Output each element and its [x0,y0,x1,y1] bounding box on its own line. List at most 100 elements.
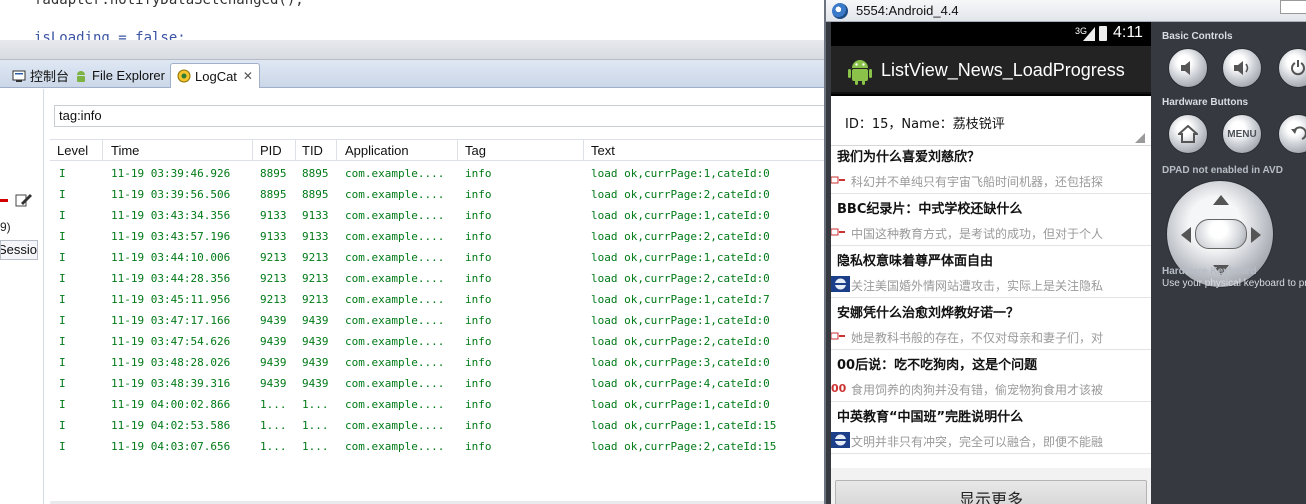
log-application: com.example.... [345,398,445,411]
dpad-label: DPAD not enabled in AVD [1162,165,1283,176]
log-pid: 9213 [260,251,287,264]
log-time: 11-19 04:00:02.866 [111,398,231,411]
news-item[interactable]: BBC纪录片：中式学校还缺什么 中国这种教育方式，是考试的成功，但对于个人 [831,194,1151,246]
table-row[interactable]: I 11-19 03:48:28.026 9439 9439 com.example..… [50,352,828,373]
news-item[interactable]: 中英教育“中国班”完胜说明什么 文明并非只有冲突，完全可以融合，即便不能融 [831,402,1151,454]
table-row[interactable]: I 11-19 04:03:07.656 1... 1... com.example..… [50,436,828,457]
log-tid: 8895 [302,167,329,180]
tab-label: File Explorer [92,68,165,83]
table-row[interactable]: I 11-19 03:39:46.926 8895 8895 com.example..… [50,163,828,184]
emulator-window: 5554:Android_4.4 3G 4:11 ListView_News_L… [824,0,1306,504]
show-more-button[interactable]: 显示更多 [835,480,1147,504]
news-thumb-icon [831,431,851,449]
table-row[interactable]: I 11-19 03:47:17.166 9439 9439 com.example..… [50,310,828,331]
remove-icon[interactable] [0,199,8,202]
log-application: com.example.... [345,230,445,243]
broken-image-00-icon: 00 [831,379,851,397]
log-text: load ok,currPage:2,cateId:15 [591,440,777,453]
log-tag: info [465,209,492,222]
device-count: 9) [0,220,11,234]
power-icon [1291,60,1305,76]
column-header-level[interactable]: Level [57,143,88,158]
news-item[interactable]: 隐私权意味着尊严体面自由 关注美国婚外情网站遭攻击，实际上是关注隐私 [831,246,1151,298]
log-pid: 8895 [260,188,287,201]
log-tid: 1... [302,398,329,411]
table-row[interactable]: I 11-19 04:00:02.866 1... 1... com.example..… [50,394,828,415]
volume-down-button[interactable] [1168,48,1208,88]
log-pid: 9133 [260,230,287,243]
home-button[interactable] [1168,114,1208,154]
power-button[interactable] [1278,48,1306,88]
tab-file-explorer[interactable]: File Explorer [68,63,171,88]
code-editor[interactable]: fadapter.notifyDataSetChanged(); isLoadi… [0,0,828,40]
news-title: 我们为什么喜爱刘慈欣？ [837,150,981,165]
android-logo-icon [848,60,872,85]
log-application: com.example.... [345,167,445,180]
log-text: load ok,currPage:1,cateId:15 [591,419,777,432]
log-pid: 9213 [260,272,287,285]
log-text: load ok,currPage:3,cateId:0 [591,356,770,369]
news-thumb-icon [831,275,851,293]
log-level: I [59,167,66,180]
back-button[interactable] [1278,114,1306,154]
news-list[interactable]: 我们为什么喜爱刘慈欣？ 科幻并不单纯只有宇宙飞船时间机器，还包括探 BBC纪录片：中… [831,146,1151,468]
category-spinner[interactable]: ID：15，Name：荔枝锐评 [831,96,1151,146]
table-row[interactable]: I 11-19 03:43:57.196 9133 9133 com.example..… [50,226,828,247]
column-header-text[interactable]: Text [591,143,615,158]
tab-logcat[interactable]: LogCat ✕ [170,63,260,88]
close-icon[interactable]: ✕ [243,69,253,83]
column-header-pid[interactable]: PID [260,143,282,158]
action-bar: ListView_News_LoadProgress [831,46,1151,94]
dpad-center-button[interactable] [1195,219,1247,249]
log-level: I [59,272,66,285]
column-header-tid[interactable]: TID [302,143,323,158]
log-application: com.example.... [345,314,445,327]
table-row[interactable]: I 11-19 04:02:53.586 1... 1... com.example..… [50,415,828,436]
menu-button[interactable]: MENU [1222,114,1262,154]
tab-console[interactable]: 控制台 [6,63,75,88]
table-row[interactable]: I 11-19 03:44:10.006 9213 9213 com.example..… [50,247,828,268]
back-icon [1291,126,1306,140]
session-filter[interactable]: Sessio [0,240,38,260]
logcat-filter-input[interactable]: tag:info [54,105,834,127]
logcat-icon [177,69,191,83]
edit-filter-icon[interactable] [15,192,33,208]
log-tag: info [465,272,492,285]
table-row[interactable]: I 11-19 03:45:11.956 9213 9213 com.example..… [50,289,828,310]
log-time: 11-19 03:48:39.316 [111,377,231,390]
news-item[interactable]: 00后说：吃不吃狗肉，这是个问题 00 食用饲养的肉狗并没有错，偷宠物狗食用才该被 [831,350,1151,402]
volume-up-button[interactable] [1222,48,1262,88]
column-header-time[interactable]: Time [111,143,139,158]
phone-screen[interactable]: 3G 4:11 ListView_News_LoadProgress ID：15… [831,22,1151,504]
log-text: load ok,currPage:2,cateId:0 [591,272,770,285]
status-bar: 3G 4:11 [831,22,1151,46]
log-level: I [59,356,66,369]
editor-scrollbar[interactable] [0,40,828,60]
log-level: I [59,188,66,201]
minimize-button[interactable] [1280,0,1306,14]
code-line: isLoading = false; [34,30,186,40]
table-row[interactable]: I 11-19 03:43:34.356 9133 9133 com.example..… [50,205,828,226]
broken-image-icon [831,223,851,241]
log-application: com.example.... [345,209,445,222]
android-icon [77,70,85,82]
log-pid: 9439 [260,356,287,369]
table-row[interactable]: I 11-19 03:39:56.506 8895 8895 com.example..… [50,184,828,205]
emulator-app-icon [832,3,848,19]
spinner-value: ID：15，Name：荔枝锐评 [845,117,1005,132]
table-row[interactable]: I 11-19 03:47:54.626 9439 9439 com.example..… [50,331,828,352]
hardware-keyboard-hint: Use your physical keyboard to pr [1162,278,1306,289]
log-time: 11-19 03:44:10.006 [111,251,231,264]
table-row[interactable]: I 11-19 03:48:39.316 9439 9439 com.example..… [50,373,828,394]
log-time: 11-19 03:47:17.166 [111,314,231,327]
news-summary: 文明并非只有冲突，完全可以融合，即便不能融 [851,435,1104,449]
emulator-controls: Basic Controls Hardware Buttons MENU DPA… [1156,22,1306,504]
news-item[interactable]: 我们为什么喜爱刘慈欣？ 科幻并不单纯只有宇宙飞船时间机器，还包括探 [831,146,1151,194]
table-row[interactable]: I 11-19 03:44:28.356 9213 9213 com.example..… [50,268,828,289]
log-pid: 9213 [260,293,287,306]
column-header-application[interactable]: Application [345,143,409,158]
log-time: 11-19 03:45:11.956 [111,293,231,306]
log-pid: 9439 [260,377,287,390]
column-header-tag[interactable]: Tag [465,143,486,158]
news-item[interactable]: 安娜凭什么治愈刘烨教好诺一？ 她是教科书般的存在，不仅对母亲和妻子们，对 [831,298,1151,350]
